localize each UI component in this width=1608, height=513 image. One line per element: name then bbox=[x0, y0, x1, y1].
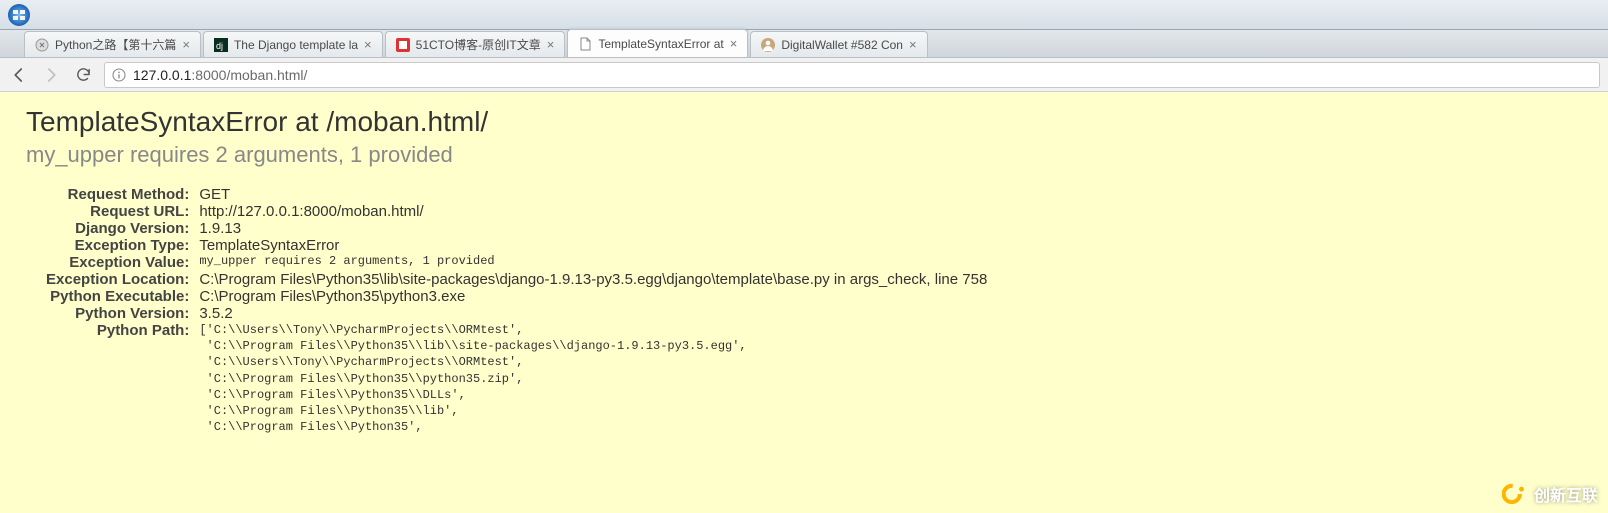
meta-value: my_upper requires 2 arguments, 1 provide… bbox=[199, 254, 987, 271]
reload-icon bbox=[75, 66, 92, 83]
address-path: /moban.html/ bbox=[226, 67, 307, 83]
arrow-right-icon bbox=[42, 66, 60, 84]
site-info-icon[interactable] bbox=[111, 67, 127, 83]
browser-tab[interactable]: 51CTO博客-原创IT文章 × bbox=[385, 31, 566, 57]
tab-close-button[interactable]: × bbox=[547, 37, 555, 52]
tab-title: The Django template la bbox=[234, 38, 358, 52]
browser-tab[interactable]: Python之路【第十六篇 × bbox=[24, 31, 201, 57]
tab-favicon-icon bbox=[578, 37, 592, 51]
meta-value: C:\Program Files\Python35\lib\site-packa… bbox=[199, 271, 987, 288]
tab-title: TemplateSyntaxError at bbox=[598, 37, 723, 51]
address-port: :8000 bbox=[191, 67, 226, 83]
forward-button bbox=[40, 64, 62, 86]
meta-label: Request Method: bbox=[46, 186, 199, 203]
watermark: 创新互联 bbox=[1502, 481, 1598, 507]
browser-toolbar: 127.0.0.1:8000/moban.html/ bbox=[0, 58, 1608, 92]
django-error-page: TemplateSyntaxError at /moban.html/ my_u… bbox=[0, 92, 1608, 449]
address-host: 127.0.0.1 bbox=[133, 67, 191, 83]
watermark-logo-icon bbox=[1502, 481, 1528, 507]
meta-label: Request URL: bbox=[46, 203, 199, 220]
browser-tab[interactable]: DigitalWallet #582 Con × bbox=[750, 31, 927, 57]
reload-button[interactable] bbox=[72, 64, 94, 86]
error-subheading: my_upper requires 2 arguments, 1 provide… bbox=[26, 142, 1582, 168]
tab-close-button[interactable]: × bbox=[364, 37, 372, 52]
meta-label: Python Path: bbox=[46, 322, 199, 435]
browser-tabstrip: Python之路【第十六篇×djThe Django template la×5… bbox=[0, 30, 1608, 58]
tab-favicon-icon: dj bbox=[214, 38, 228, 52]
meta-value: 3.5.2 bbox=[199, 305, 987, 322]
tab-favicon-icon bbox=[35, 38, 49, 52]
meta-value: http://127.0.0.1:8000/moban.html/ bbox=[199, 203, 987, 220]
arrow-left-icon bbox=[10, 66, 28, 84]
meta-label: Exception Value: bbox=[46, 254, 199, 271]
meta-value: TemplateSyntaxError bbox=[199, 237, 987, 254]
error-meta-table: Request Method:GET Request URL:http://12… bbox=[46, 186, 987, 435]
browser-tab[interactable]: TemplateSyntaxError at × bbox=[567, 29, 748, 57]
meta-label: Python Executable: bbox=[46, 288, 199, 305]
tab-close-button[interactable]: × bbox=[909, 37, 917, 52]
meta-value: C:\Program Files\Python35\python3.exe bbox=[199, 288, 987, 305]
browser-tab[interactable]: dj The Django template la × bbox=[203, 31, 383, 57]
meta-value: 1.9.13 bbox=[199, 220, 987, 237]
tab-title: 51CTO博客-原创IT文章 bbox=[416, 36, 541, 53]
back-button[interactable] bbox=[8, 64, 30, 86]
svg-text:dj: dj bbox=[216, 41, 223, 51]
watermark-text: 创新互联 bbox=[1534, 482, 1598, 506]
tab-title: Python之路【第十六篇 bbox=[55, 36, 176, 53]
tab-title: DigitalWallet #582 Con bbox=[781, 38, 903, 52]
meta-label: Exception Location: bbox=[46, 271, 199, 288]
tab-favicon-icon bbox=[396, 38, 410, 52]
meta-label: Python Version: bbox=[46, 305, 199, 322]
tab-close-button[interactable]: × bbox=[730, 36, 738, 51]
tab-favicon-icon bbox=[761, 38, 775, 52]
address-bar[interactable]: 127.0.0.1:8000/moban.html/ bbox=[104, 62, 1600, 88]
window-titlebar bbox=[0, 0, 1608, 30]
windows-start-icon[interactable] bbox=[0, 0, 38, 30]
tab-close-button[interactable]: × bbox=[182, 37, 190, 52]
meta-value: GET bbox=[199, 186, 987, 203]
meta-label: Exception Type: bbox=[46, 237, 199, 254]
meta-label: Django Version: bbox=[46, 220, 199, 237]
python-path-list: ['C:\\Users\\Tony\\PycharmProjects\\ORMt… bbox=[199, 322, 987, 435]
error-heading: TemplateSyntaxError at /moban.html/ bbox=[26, 106, 1582, 138]
